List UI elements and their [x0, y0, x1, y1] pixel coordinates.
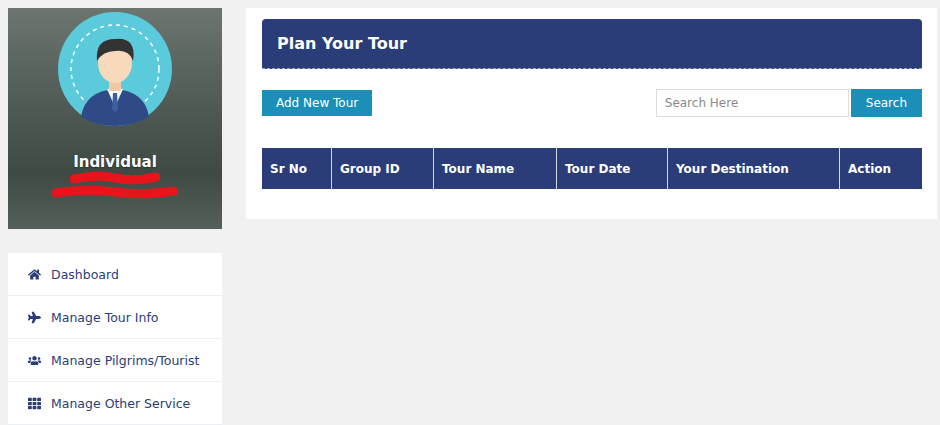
column-header: Action: [840, 148, 922, 189]
column-header: Tour Name: [434, 148, 557, 189]
column-header: Sr No: [262, 148, 332, 189]
menu-icon: [28, 311, 41, 324]
panel-title: Plan Your Tour: [262, 19, 922, 69]
column-header: Your Destination: [668, 148, 840, 189]
profile-role: Individual: [73, 153, 157, 171]
redaction-mark: [52, 185, 178, 199]
tour-table: Sr NoGroup IDTour NameTour DateYour Dest…: [262, 148, 922, 189]
table-header: Sr NoGroup IDTour NameTour DateYour Dest…: [262, 148, 922, 189]
menu-icon: [28, 397, 41, 410]
profile-card: Individual: [8, 8, 222, 229]
tour-card: Plan Your Tour Add New Tour Search Sr NoGro…: [246, 8, 937, 219]
add-tour-button[interactable]: Add New Tour: [262, 90, 372, 116]
sidebar-menu: DashboardManage Tour InfoManage Pilgrims…: [8, 253, 222, 425]
sidebar-item[interactable]: Dashboard: [8, 253, 222, 296]
redaction-mark: [70, 171, 160, 185]
sidebar: IndividualDashboardManage Tour InfoManag…: [8, 8, 222, 425]
menu-icon: [28, 268, 41, 281]
avatar-icon: [57, 11, 173, 127]
column-header: Group ID: [332, 148, 434, 189]
main: Plan Your Tour Add New Tour Search Sr NoGro…: [246, 8, 937, 425]
sidebar-item[interactable]: Manage Other Service: [8, 382, 222, 425]
search-button[interactable]: Search: [851, 89, 922, 117]
sidebar-item[interactable]: Manage Pilgrims/Tourist: [8, 339, 222, 382]
menu-icon: [28, 354, 41, 367]
column-header: Tour Date: [557, 148, 668, 189]
search-input[interactable]: [656, 89, 849, 117]
page: IndividualDashboardManage Tour InfoManag…: [0, 0, 940, 425]
search-group: Search: [656, 89, 922, 117]
toolbar: Add New Tour Search: [262, 89, 922, 117]
sidebar-item[interactable]: Manage Tour Info: [8, 296, 222, 339]
